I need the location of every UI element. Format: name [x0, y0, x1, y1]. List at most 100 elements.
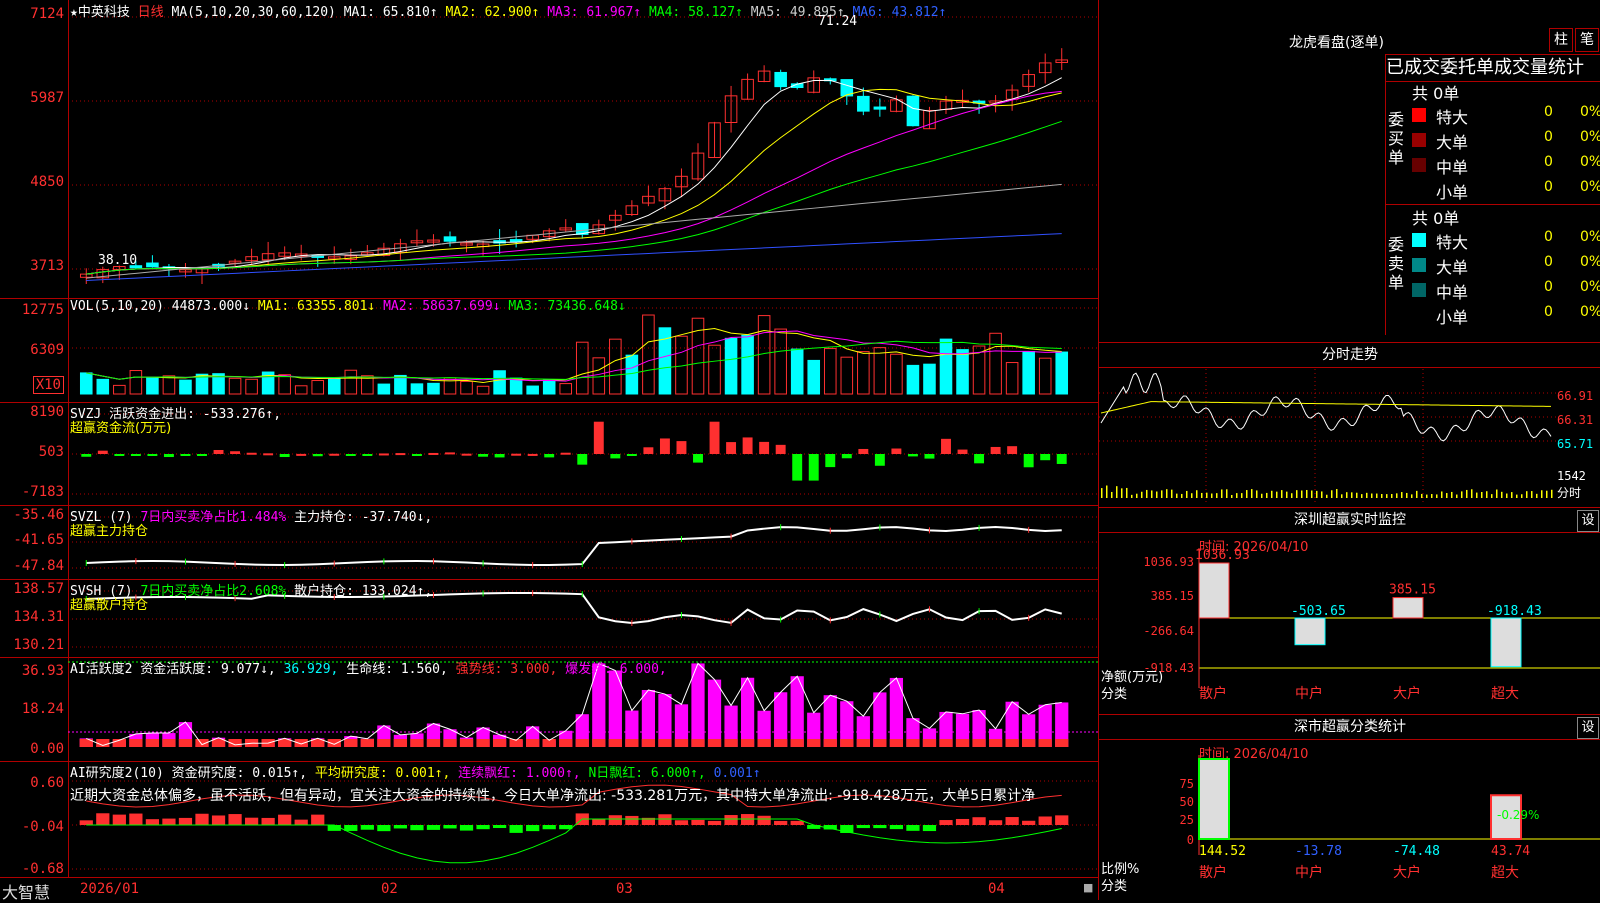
- active-base: [658, 739, 672, 747]
- stock-name: ★中英科技: [70, 5, 130, 20]
- svsh-pane[interactable]: 138.57 134.31 130.21 SVSH (7) 7日内买卖净占比2.…: [0, 579, 1098, 658]
- tick-volume: [1181, 493, 1183, 498]
- intraday-panel[interactable]: 分时走势 66.91 66.31 65.71 1542 分时: [1099, 343, 1600, 508]
- active-base: [1038, 739, 1052, 747]
- research-bar: [1038, 816, 1052, 825]
- tick-volume: [1196, 490, 1198, 498]
- price-pane[interactable]: 7124 5987 4850 3713 ★中英科技 日线 MA(5,10,20,…: [0, 0, 1098, 299]
- research-bar: [244, 817, 259, 825]
- tick-volume: [1131, 494, 1133, 498]
- tick-volume: [1546, 490, 1548, 498]
- order-type-label: 中单: [1436, 283, 1469, 302]
- vol-ma3: MA3: 73436.648↓: [508, 299, 626, 314]
- active-base: [856, 739, 870, 747]
- dragon-panel: 龙虎看盘(逐单) 柱 笔 已成交委托单成交量统计 委买单 共 0单 特大 0 0% 大…: [1099, 0, 1600, 343]
- intraday-vol-tick: 1542: [1557, 469, 1586, 483]
- research-bar: [228, 814, 242, 825]
- ai-active-pane[interactable]: 36.93 18.24 0.00 AI活跃度2 资金活跃度: 9.077↓, 3…: [0, 657, 1098, 762]
- tick-volume: [1241, 493, 1243, 498]
- flow-bar: [411, 454, 422, 456]
- tick-volume: [1516, 494, 1518, 498]
- volume-bar: [923, 363, 936, 395]
- svzj-pane[interactable]: 8190 503 -7183 SVZJ 活跃资金进出: -533.276↑, 超…: [0, 402, 1098, 506]
- flow-bar: [891, 448, 902, 454]
- volume-bar: [427, 382, 440, 395]
- volume-bar: [377, 383, 391, 395]
- volume-bar: [890, 353, 903, 395]
- active-base: [393, 739, 408, 747]
- active-base: [426, 739, 441, 747]
- ma1-label: MA1: 65.810↑: [343, 5, 438, 20]
- flow-bar: [478, 454, 489, 457]
- ma5-line: [86, 183, 1062, 279]
- tick-volume: [1136, 493, 1138, 498]
- flow-bar: [362, 454, 373, 456]
- order-row: 特大 0 0%: [1412, 229, 1600, 252]
- research-bar: [393, 825, 408, 829]
- volume-bar: [1038, 357, 1052, 395]
- volume-bar: [509, 377, 523, 395]
- tick-volume: [1501, 491, 1503, 498]
- tick-volume: [1141, 491, 1143, 498]
- active-base: [344, 739, 358, 747]
- y-tick-label: 0: [1187, 833, 1194, 847]
- order-row: 特大 0 0%: [1412, 104, 1600, 127]
- intraday-chart[interactable]: [1099, 343, 1600, 507]
- pen-mode-button[interactable]: 笔: [1575, 28, 1599, 52]
- tick-volume: [1321, 491, 1323, 498]
- active-base: [906, 739, 920, 747]
- ai-research-pane[interactable]: 0.60 -0.04 -0.68 AI研究度2(10) 资金研究度: 0.015…: [0, 761, 1098, 877]
- ratio-value-label: -74.48: [1393, 844, 1440, 859]
- volume-bar: [807, 359, 821, 395]
- flow-bar: [775, 444, 786, 454]
- sz-class-unit2: 分类: [1101, 879, 1128, 894]
- ai-active-title: AI活跃度2 资金活跃度: 9.077↓, 36.929, 生命线: 1.560…: [70, 658, 667, 677]
- tick-volume: [1366, 492, 1368, 498]
- volume-pane[interactable]: 12775 6309 X10 VOL(5,10,20) 44873.000↓ M…: [0, 298, 1098, 403]
- brand-label: 大智慧: [2, 883, 51, 902]
- research-bar: [790, 820, 804, 825]
- tick-volume: [1446, 493, 1448, 498]
- svzl-pane[interactable]: -35.46 -41.65 -47.84 SVZL (7) 7日内买卖净占比1.…: [0, 505, 1098, 580]
- flow-bar: [577, 454, 588, 465]
- lock-icon[interactable]: ■: [1083, 881, 1093, 894]
- volume-bar: [311, 380, 325, 395]
- sz-monitor-panel: 深圳超赢实时监控 设 时间: 2026/04/10 1036.93 385.15-…: [1099, 508, 1600, 715]
- tick-volume: [1221, 489, 1223, 498]
- research-bar: [873, 825, 887, 829]
- flow-bar: [329, 453, 340, 456]
- dragon-title: 龙虎看盘(逐单): [1289, 35, 1384, 51]
- tick-volume: [1276, 491, 1278, 498]
- tick-volume: [1536, 493, 1538, 498]
- ai-research-streak: 连续飘红: 1.000↑,: [458, 766, 581, 781]
- buy-label: 委买单: [1388, 110, 1405, 167]
- research-bar: [162, 818, 176, 825]
- dragon-header: 已成交委托单成交量统计: [1385, 54, 1600, 82]
- tick-volume: [1361, 494, 1363, 498]
- volume-bar: [129, 370, 143, 395]
- tick-volume: [1436, 494, 1438, 498]
- tick-volume: [1291, 493, 1293, 498]
- tick-volume: [1391, 493, 1393, 498]
- tick-volume: [1216, 493, 1218, 498]
- active-base: [559, 739, 573, 747]
- tick-volume: [1431, 494, 1433, 498]
- flow-bar: [709, 421, 720, 454]
- flow-bar: [197, 454, 207, 456]
- research-bar: [211, 815, 226, 825]
- bar-mode-button[interactable]: 柱: [1549, 28, 1573, 52]
- volume-bar: [79, 372, 93, 395]
- chart-area[interactable]: 7124 5987 4850 3713 ★中英科技 日线 MA(5,10,20,…: [0, 0, 1098, 902]
- research-bar: [145, 819, 160, 825]
- candlestick-chart[interactable]: [0, 0, 1098, 298]
- flow-bar: [527, 453, 538, 456]
- order-row: 小单 0 0%: [1412, 304, 1600, 327]
- active-base: [1055, 739, 1069, 747]
- ratio-value-label: 144.52: [1199, 844, 1246, 859]
- flow-bar: [759, 441, 770, 454]
- active-base: [724, 739, 738, 747]
- order-volume: 0: [1544, 279, 1553, 295]
- tick-volume: [1111, 491, 1113, 498]
- order-percent: 0%: [1580, 304, 1600, 320]
- y-tick-label: -266.64: [1143, 624, 1194, 638]
